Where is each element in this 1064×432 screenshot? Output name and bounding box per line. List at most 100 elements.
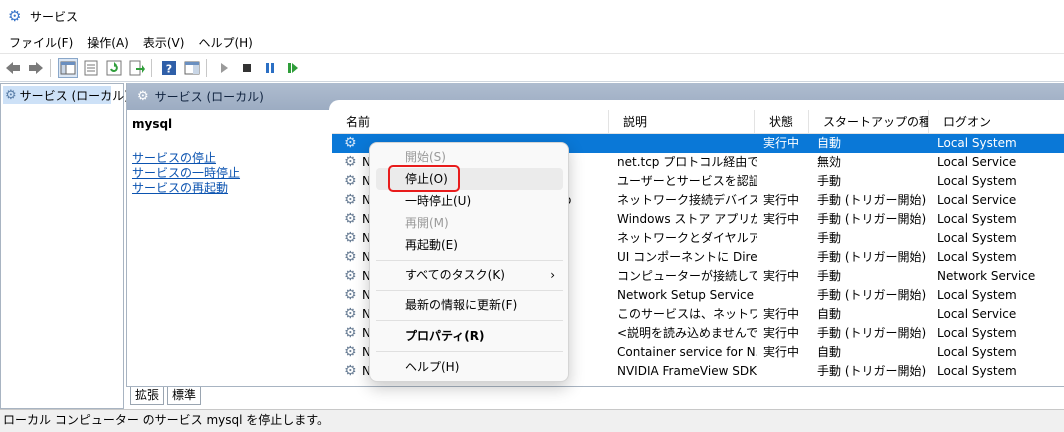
service-logon-cell: Local System (937, 345, 1017, 359)
service-status-cell (763, 248, 813, 267)
pause-icon[interactable] (260, 58, 280, 78)
service-desc-cell: Windows ストア アプリが... (617, 212, 757, 226)
service-logon-cell: Local Service (937, 155, 1017, 169)
stop-service-link[interactable]: サービスの停止 (132, 151, 322, 166)
restart-service-link[interactable]: サービスの再起動 (132, 181, 322, 196)
menu-action[interactable]: 操作(A) (82, 34, 134, 51)
column-header-status[interactable]: 状態 (754, 110, 808, 134)
service-startup-cell: 自動 (817, 345, 842, 359)
service-logon-cell: Local System (937, 288, 1017, 302)
service-gear-icon: ⚙ (344, 192, 357, 208)
service-gear-icon: ⚙ (344, 344, 357, 360)
service-startup-cell: 手動 (トリガー開始) (817, 212, 927, 226)
menu-help[interactable]: ヘルプ(H) (193, 34, 257, 51)
help-icon[interactable]: ? (159, 58, 179, 78)
show-hide-icon[interactable] (182, 58, 202, 78)
header-notch (329, 100, 1064, 110)
service-desc-cell: NVIDIA FrameView SDK ... (617, 364, 757, 378)
refresh-icon[interactable] (104, 58, 124, 78)
service-status-cell: 実行中 (763, 193, 800, 207)
console-tree-icon[interactable] (58, 57, 78, 78)
service-status-cell (763, 286, 813, 305)
pause-service-link[interactable]: サービスの一時停止 (132, 166, 322, 181)
title-bar: ⚙ サービス (0, 0, 1064, 32)
menu-view[interactable]: 表示(V) (138, 34, 190, 51)
toolbar-separator (206, 58, 207, 77)
restart-icon[interactable] (283, 58, 303, 78)
menu-item-all-tasks[interactable]: すべてのタスク(K) › (376, 264, 563, 286)
service-desc-cell: net.tcp プロトコル経由で ... (617, 155, 757, 169)
service-desc-cell: このサービスは、ネットワーク... (617, 307, 757, 321)
service-startup-cell: 手動 (817, 174, 842, 188)
menu-item-resume[interactable]: 再開(M) (376, 212, 563, 234)
menu-file[interactable]: ファイル(F) (4, 34, 78, 51)
svg-text:?: ? (166, 62, 172, 75)
menu-item-properties[interactable]: プロパティ(R) (376, 325, 563, 347)
service-gear-icon: ⚙ (344, 135, 357, 151)
menu-item-restart[interactable]: 再起動(E) (376, 234, 563, 256)
service-startup-cell: 手動 (トリガー開始) (817, 326, 927, 340)
selected-service-name: mysql (132, 117, 173, 131)
service-gear-icon: ⚙ (344, 363, 357, 379)
tab-standard[interactable]: 標準 (167, 387, 202, 405)
service-startup-cell: 手動 (トリガー開始) (817, 364, 927, 378)
stop-icon[interactable] (237, 58, 257, 78)
service-status-cell: 実行中 (763, 136, 800, 150)
menu-item-help[interactable]: ヘルプ(H) (376, 356, 563, 378)
service-gear-icon: ⚙ (344, 173, 357, 189)
menu-separator (376, 290, 563, 291)
column-header-logon[interactable]: ログオン (928, 110, 1064, 134)
export-icon[interactable] (127, 58, 147, 78)
service-startup-cell: 手動 (トリガー開始) (817, 193, 927, 207)
menu-separator (376, 320, 563, 321)
service-status-cell: 実行中 (763, 326, 800, 340)
service-gear-icon: ⚙ (344, 154, 357, 170)
context-menu: 開始(S) 停止(O) 一時停止(U) 再開(M) 再起動(E) すべてのタスク… (369, 142, 569, 382)
tab-extended[interactable]: 拡張 (130, 387, 165, 405)
service-desc-cell: ユーザーとサービスを認証す... (617, 174, 757, 188)
console-tree: ⚙ サービス (ローカル) (0, 83, 129, 409)
service-logon-cell: Local Service (937, 307, 1017, 321)
service-desc-cell: UI コンポーネントに Direct... (617, 250, 757, 264)
services-gear-icon: ⚙ (5, 87, 17, 103)
column-header-startup-type[interactable]: スタートアップの種類 (808, 110, 928, 134)
menu-item-pause[interactable]: 一時停止(U) (376, 190, 563, 212)
column-header-name[interactable]: 名前 (332, 110, 608, 134)
service-logon-cell: Local System (937, 231, 1017, 245)
properties-icon[interactable] (81, 58, 101, 78)
view-tabs: 拡張 標準 (126, 386, 1064, 409)
highlight-box (388, 165, 460, 192)
service-gear-icon: ⚙ (344, 249, 357, 265)
service-gear-icon: ⚙ (344, 211, 357, 227)
service-status-cell (763, 172, 813, 191)
service-gear-icon: ⚙ (344, 306, 357, 322)
services-gear-icon: ⚙ (137, 89, 149, 104)
services-gear-icon: ⚙ (8, 7, 22, 25)
service-status-cell: 実行中 (763, 345, 800, 359)
toolbar-separator (151, 58, 152, 77)
service-desc-cell: Container service for N... (617, 345, 757, 359)
status-bar: ローカル コンピューター のサービス mysql を停止します。 (0, 409, 1064, 432)
service-desc-cell: ネットワークとダイヤルアップ... (617, 231, 757, 245)
menu-item-refresh[interactable]: 最新の情報に更新(F) (376, 294, 563, 316)
service-startup-cell: 手動 (トリガー開始) (817, 288, 927, 302)
service-status-cell (763, 153, 813, 172)
service-startup-cell: 手動 (トリガー開始) (817, 250, 927, 264)
tree-item-services-local[interactable]: ⚙ サービス (ローカル) (3, 86, 129, 104)
menu-bar: ファイル(F) 操作(A) 表示(V) ヘルプ(H) (0, 32, 1064, 54)
service-logon-cell: Local Service (937, 193, 1017, 207)
pane-header-title: サービス (ローカル) (154, 90, 264, 104)
service-status-cell: 実行中 (763, 212, 800, 226)
service-status-cell (763, 362, 813, 381)
pane-header: ⚙ サービス (ローカル) (127, 83, 1064, 110)
back-arrow-icon[interactable] (3, 58, 23, 78)
service-startup-cell: 自動 (817, 307, 842, 321)
menu-separator (376, 351, 563, 352)
menu-separator (376, 260, 563, 261)
service-status-cell: 実行中 (763, 307, 800, 321)
column-header-description[interactable]: 説明 (608, 110, 754, 134)
play-icon[interactable] (214, 58, 234, 78)
service-startup-cell: 手動 (817, 269, 842, 283)
service-logon-cell: Local System (937, 250, 1017, 264)
forward-arrow-icon[interactable] (26, 58, 46, 78)
